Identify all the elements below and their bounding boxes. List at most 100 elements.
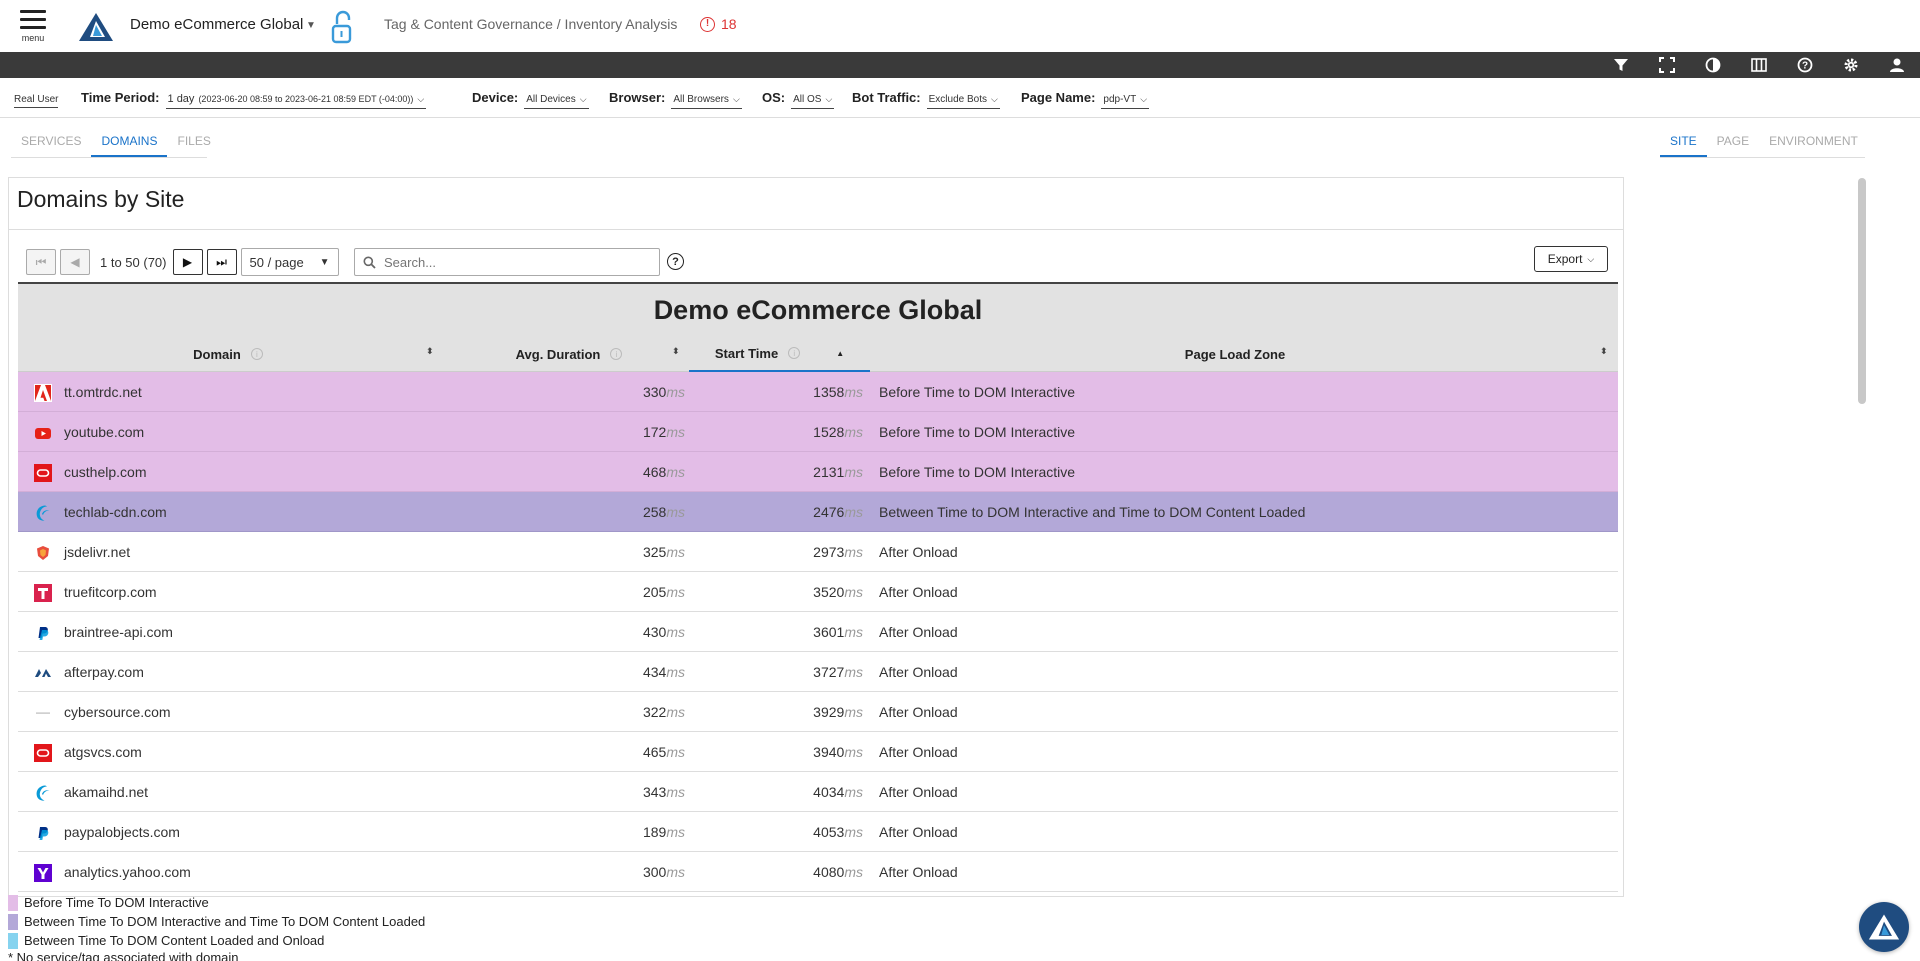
unit-label: ms [666,824,685,840]
start-time-value: 3929 [813,704,845,720]
browser-select[interactable]: All Browsers ⌵ [671,92,742,109]
domain-cell[interactable]: paypalobjects.com [64,812,180,852]
table-row[interactable]: atgsvcs.com 465 ms 3940 ms After Onload [18,732,1618,772]
info-icon[interactable]: i [610,348,623,360]
table-row[interactable]: tt.omtrdc.net 330 ms 1358 ms Before Time to D… [18,372,1618,412]
time-period-value: 1 day [167,93,195,105]
filter-icon[interactable] [1612,56,1630,74]
start-time-cell: 3601 ms [689,612,863,652]
domain-cell[interactable]: techlab-cdn.com [64,492,167,532]
settings-icon[interactable] [1842,56,1860,74]
page-size-select[interactable]: 50 / page ▼ [240,248,339,276]
afterpay-icon [34,664,52,682]
prev-page-button[interactable]: ◀ [60,249,90,275]
assistant-button[interactable] [1859,902,1909,952]
footnote: * No service/tag associated with domain [8,950,239,961]
domain-cell[interactable]: afterpay.com [64,652,144,692]
tab-environment[interactable]: ENVIRONMENT [1759,134,1868,157]
data-source-selector[interactable]: Real User [14,94,59,108]
youtube-icon [34,424,52,442]
domain-cell[interactable]: tt.omtrdc.net [64,372,142,412]
sort-icon[interactable]: ⬍ [426,347,434,356]
menu-button[interactable]: menu [18,10,48,48]
table-row[interactable]: paypalobjects.com 189 ms 4053 ms After Onload [18,812,1618,852]
app-title[interactable]: Demo eCommerce Global [130,16,303,33]
domain-cell[interactable]: atgsvcs.com [64,732,142,772]
help-icon[interactable]: ? [1796,56,1814,74]
alert-icon: ! [700,16,715,32]
bot-traffic-select[interactable]: Exclude Bots ⌵ [926,92,1000,109]
last-page-button[interactable]: ⏭ [206,249,237,275]
table-row[interactable]: analytics.yahoo.com 300 ms 4080 ms After Onlo… [18,852,1618,892]
unlock-icon[interactable] [330,10,354,44]
domain-cell[interactable]: truefitcorp.com [64,572,157,612]
chevron-down-icon: ⌵ [417,93,425,104]
avg-duration-value: 205 [642,584,667,600]
search-input[interactable] [384,254,644,270]
columns-icon[interactable] [1750,56,1768,74]
tab-services[interactable]: SERVICES [11,134,91,157]
domain-cell[interactable]: youtube.com [64,412,144,452]
table-row[interactable]: custhelp.com 468 ms 2131 ms Before Time to DO… [18,452,1618,492]
avg-duration-cell: 430 ms [438,612,685,652]
panel-title: Domains by Site [17,186,185,212]
table-row[interactable]: youtube.com 172 ms 1528 ms Before Time to DOM… [18,412,1618,452]
chevron-down-icon: ⌵ [825,94,833,104]
start-time-value: 3940 [813,744,845,760]
time-period-select[interactable]: 1 day (2023-06-20 08:59 to 2023-06-21 08… [165,91,427,109]
table-row[interactable]: truefitcorp.com 205 ms 3520 ms After Onload [18,572,1618,612]
page-name-filter: Page Name: pdp-VT ⌵ [1021,90,1150,109]
table-row[interactable]: jsdelivr.net 325 ms 2973 ms After Onload [18,532,1618,572]
zone-cell: After Onload [879,864,958,880]
table-row[interactable]: akamaihd.net 343 ms 4034 ms After Onload [18,772,1618,812]
column-zone[interactable]: Page Load Zone [870,336,1600,372]
page-name-select[interactable]: pdp-VT ⌵ [1101,92,1150,109]
sort-icon[interactable]: ⬍ [1600,347,1608,356]
domain-cell[interactable]: cybersource.com [64,692,171,732]
info-icon[interactable]: i [788,347,801,359]
column-avg-duration[interactable]: Avg. Duration i [438,336,700,372]
tab-site[interactable]: SITE [1660,134,1707,157]
fullscreen-icon[interactable] [1658,56,1676,74]
domain-cell[interactable]: custhelp.com [64,452,146,492]
domain-cell[interactable]: analytics.yahoo.com [64,852,191,892]
avg-duration-cell: 468 ms [438,452,685,492]
chevron-down-icon[interactable]: ▼ [306,20,316,31]
table-row[interactable]: techlab-cdn.com 258 ms 2476 ms Between Time t… [18,492,1618,532]
domains-table: Demo eCommerce Global Domain i ⬍ Avg. Du… [18,282,1618,892]
os-value: All OS [793,94,822,105]
device-select[interactable]: All Devices ⌵ [524,92,589,109]
table-row[interactable]: afterpay.com 434 ms 3727 ms After Onload [18,652,1618,692]
chevron-down-icon: ⌵ [732,94,740,104]
table-row[interactable]: cybersource.com 322 ms 3929 ms After Onload [18,692,1618,732]
start-time-value: 3520 [813,584,845,600]
first-page-button[interactable]: ⏮ [26,249,56,275]
next-page-button[interactable]: ▶ [172,249,203,275]
brand-logo-icon[interactable] [78,12,114,42]
divider [9,229,1623,230]
tab-page[interactable]: PAGE [1707,134,1759,157]
tab-domains[interactable]: DOMAINS [91,134,168,157]
export-button[interactable]: Export ⌵ [1534,246,1608,272]
contrast-icon[interactable] [1704,56,1722,74]
info-icon[interactable]: i [250,348,263,360]
avg-duration-cell: 325 ms [438,532,685,572]
os-select[interactable]: All OS ⌵ [791,92,835,109]
device-filter: Device: All Devices ⌵ [472,90,589,109]
user-icon[interactable] [1888,56,1906,74]
table-row[interactable]: braintree-api.com 430 ms 3601 ms After Onload [18,612,1618,652]
unit-label: ms [844,424,863,440]
domain-cell[interactable]: jsdelivr.net [64,532,130,572]
avg-duration-value: 258 [642,504,667,520]
start-time-value: 3601 [813,624,845,640]
column-domain[interactable]: Domain i [18,336,438,372]
alert-indicator[interactable]: ! 18 [700,16,737,32]
tab-files[interactable]: FILES [167,134,220,157]
column-start-time[interactable]: Start Time i ▲ [689,336,870,372]
scrollbar[interactable] [1858,178,1866,404]
domain-cell[interactable]: braintree-api.com [64,612,173,652]
search-help-icon[interactable]: ? [667,253,684,270]
sort-ascending-icon[interactable]: ▲ [836,349,844,358]
domain-cell[interactable]: akamaihd.net [64,772,148,812]
sort-icon[interactable]: ⬍ [672,347,680,356]
